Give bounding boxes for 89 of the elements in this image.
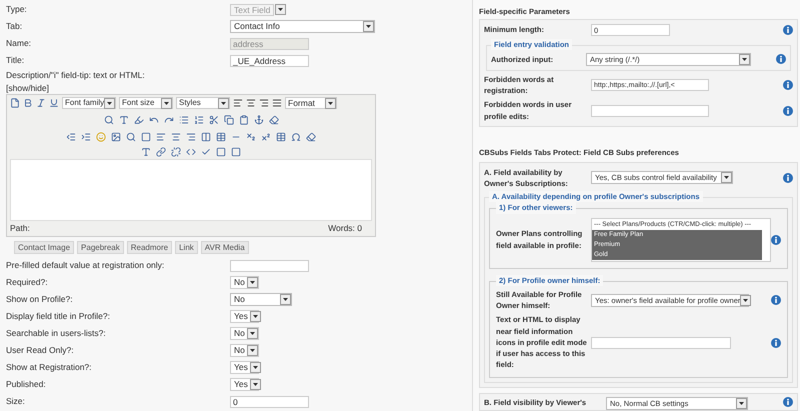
omega-icon[interactable] (291, 132, 301, 142)
info-icon[interactable] (783, 172, 793, 183)
editor-button[interactable]: AVR Media (200, 240, 249, 254)
field-label: Size: (6, 395, 26, 408)
highlighter-icon[interactable] (134, 114, 144, 124)
clipboard-icon[interactable] (238, 114, 248, 124)
input-field[interactable] (230, 260, 309, 272)
copy-icon[interactable] (224, 114, 234, 124)
editor-button[interactable]: Readmore (126, 240, 172, 254)
info-icon[interactable] (771, 295, 781, 306)
info-icon[interactable] (783, 397, 793, 407)
table-icon[interactable] (216, 132, 226, 142)
eraser-icon[interactable] (306, 132, 316, 142)
info-icon[interactable] (776, 54, 786, 64)
info-icon[interactable] (783, 80, 793, 90)
anchor-icon[interactable] (254, 114, 264, 124)
field-label: User Read Only?: (6, 344, 75, 357)
field-label: Required?: (6, 276, 49, 289)
select-field[interactable]: Contact Info (230, 20, 375, 33)
scissors-icon[interactable] (208, 114, 218, 124)
search-icon[interactable] (104, 114, 114, 124)
toolbar-select[interactable]: Font size (119, 97, 173, 109)
input-field[interactable] (591, 336, 731, 349)
info-icon[interactable] (771, 234, 781, 245)
table-icon[interactable] (276, 132, 286, 142)
field-label: Title: (6, 54, 26, 67)
info-icon[interactable] (783, 106, 793, 116)
path-label: Path: (10, 222, 30, 235)
unlink-icon[interactable] (171, 147, 181, 157)
align-justify-icon[interactable] (272, 98, 282, 108)
field-label: Name: (6, 37, 32, 50)
toolbar-select[interactable]: Styles (176, 97, 230, 109)
toolbar-select[interactable]: Format (285, 97, 337, 109)
check-icon[interactable] (201, 147, 211, 157)
align-center-icon[interactable] (246, 98, 256, 108)
field-label: Show at Registration?: (6, 361, 93, 374)
field-label: Show on Profile?: (6, 293, 74, 306)
input-field[interactable]: 0 (230, 396, 309, 408)
select-field[interactable]: No (230, 293, 292, 306)
info-icon[interactable] (771, 338, 781, 348)
select-field[interactable]: No (230, 327, 259, 340)
numbered-list-icon[interactable] (194, 114, 204, 124)
italic-icon[interactable] (36, 98, 46, 108)
show-hide-link[interactable]: [show/hide] (6, 82, 380, 94)
align-center-icon[interactable] (171, 132, 181, 142)
field-label: Display field title in Profile?: (6, 310, 111, 323)
field-label: Type: (6, 3, 28, 16)
undo-icon[interactable] (148, 114, 158, 124)
square-icon[interactable] (216, 147, 226, 157)
columns-icon[interactable] (201, 132, 211, 142)
field-label: Published: (6, 378, 47, 391)
subscript-icon[interactable] (246, 132, 256, 142)
search-icon[interactable] (126, 132, 136, 142)
code-icon[interactable] (186, 147, 196, 157)
editor-button[interactable]: Contact Image (14, 240, 74, 254)
field-label: Tab: (6, 20, 24, 33)
superscript-icon[interactable] (261, 132, 271, 142)
square-icon[interactable] (141, 132, 151, 142)
editor-button[interactable]: Pagebreak (77, 240, 124, 254)
page-icon[interactable] (10, 98, 20, 108)
link-icon[interactable] (156, 147, 166, 157)
align-left-icon[interactable] (156, 132, 166, 142)
select-field[interactable]: Yes (230, 361, 259, 374)
input-field[interactable]: _UE_Address (230, 54, 309, 66)
align-left-icon[interactable] (233, 98, 243, 108)
bold-icon[interactable] (23, 98, 33, 108)
field-label: Pre-filled default value at registration only: (6, 259, 166, 272)
indent-icon[interactable] (81, 132, 91, 142)
eraser-icon[interactable] (268, 114, 278, 124)
description-label: Description/"i" field-tip: text or HTML: (6, 69, 146, 82)
input-field[interactable] (591, 104, 709, 117)
underline-icon[interactable] (49, 98, 59, 108)
editor-button[interactable]: Link (175, 240, 198, 254)
letter-icon[interactable] (118, 114, 128, 124)
select-field[interactable]: No (230, 344, 259, 357)
align-right-icon[interactable] (259, 98, 269, 108)
select-field[interactable]: Yes (230, 378, 259, 391)
select-field[interactable]: Yes (230, 310, 259, 323)
square-icon[interactable] (231, 147, 241, 157)
toolbar-select[interactable]: Font family (62, 97, 116, 109)
info-icon[interactable] (783, 24, 793, 35)
image-icon[interactable] (111, 132, 121, 142)
redo-icon[interactable] (164, 114, 174, 124)
align-right-icon[interactable] (186, 132, 196, 142)
select-field[interactable]: No (230, 276, 259, 289)
word-count: Words: 0 (328, 222, 362, 235)
letter-icon[interactable] (141, 147, 151, 157)
outdent-icon[interactable] (66, 132, 76, 142)
field-label: Searchable in users-lists?: (6, 327, 107, 340)
